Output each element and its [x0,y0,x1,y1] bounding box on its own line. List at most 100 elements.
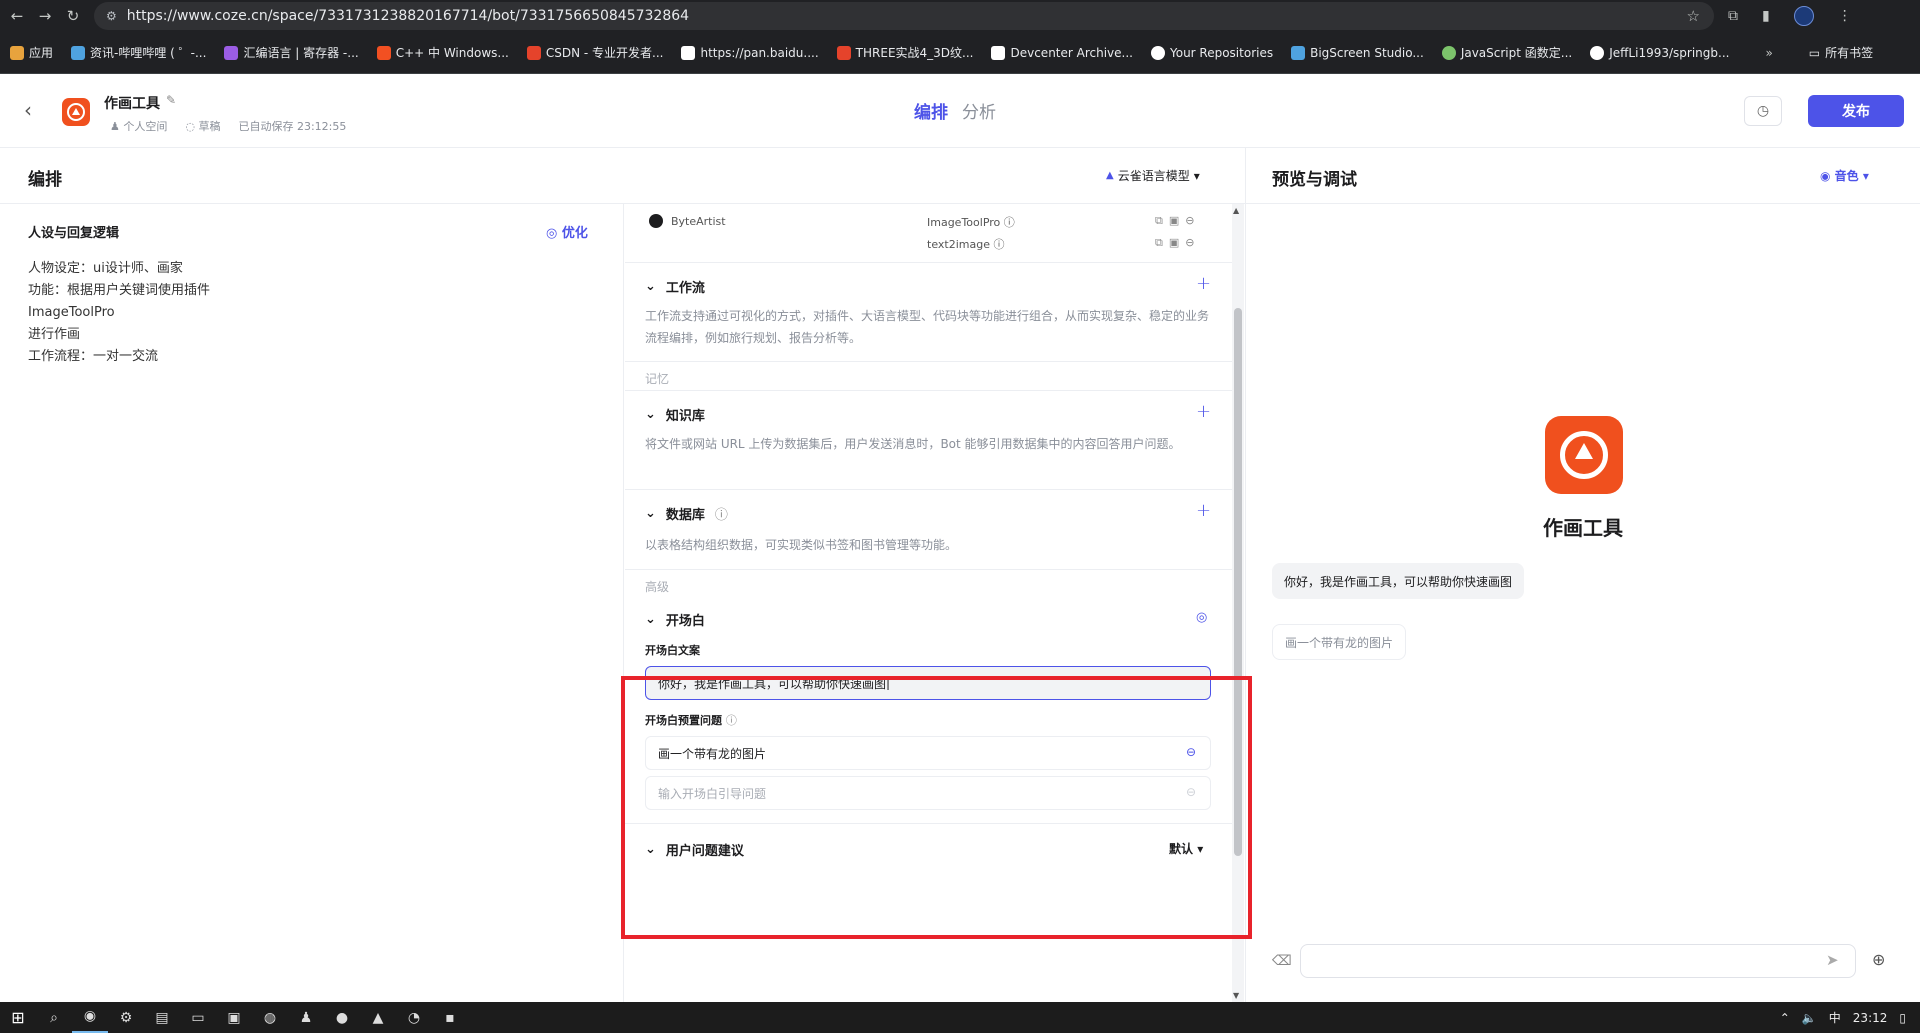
scroll-up-icon[interactable]: ▲ [1233,206,1239,215]
memory-group-label: 记忆 [645,372,670,386]
windows-taskbar: ⊞ ⌕ ◉ ⚙ ▤ ▭ ▣ ◍ ♟ ● ▲ ◔ ▪ ⌃ 🔈 中 23:12 ▯ [0,1002,1920,1033]
copy-icon[interactable]: ⧉ [1155,214,1169,227]
persona-editor[interactable]: 人物设定：ui设计师、画家 功能：根据用户关键词使用插件 ImageToolPr… [28,258,210,368]
opening-text-label: 开场白文案 [645,644,700,657]
reload-icon[interactable]: ↻ [62,7,84,25]
chevron-down-icon: ⌄ [645,407,656,422]
voice-select[interactable]: ◉ 音色 ▾ [1820,167,1869,184]
optimize-button[interactable]: ◎ 优化 [546,222,588,241]
explorer-icon[interactable]: ▭ [180,1010,216,1026]
add-attachment-icon[interactable]: ⊕ [1872,950,1885,969]
workflow-header[interactable]: ⌄ 工作流 [645,277,705,296]
sidepanel-icon[interactable]: ▮ [1762,8,1770,24]
profile-avatar[interactable] [1793,6,1814,26]
tool-actions[interactable]: ⧉▣⊖ [1155,236,1200,250]
info-icon[interactable]: ⓘ [993,238,1004,251]
image-icon[interactable]: ▣ [1169,214,1185,227]
folder-icon: ▭ [1808,45,1821,60]
model-select[interactable]: ▲ 云雀语言模型 ▾ [1106,167,1200,184]
bookmark-item[interactable]: THREE实战4_3D纹... [836,44,973,61]
extensions-icon[interactable]: ⧉ [1728,8,1738,24]
bookmark-item[interactable]: Your Repositories [1150,45,1273,60]
app-icon[interactable]: ● [324,1010,360,1026]
info-icon[interactable]: ⓘ [1004,216,1015,229]
bookmark-item[interactable]: JeffLi1993/springb... [1590,45,1729,60]
bookmark-item[interactable]: CSDN - 专业开发者... [526,44,663,61]
bookmark-item[interactable]: 应用 [10,44,53,61]
windows-start-icon[interactable]: ⊞ [0,1008,36,1027]
bookmarks-bar: 应用 资讯-哔哩哔哩 ( ゜-... 汇编语言 | 寄存器 -... C++ 中… [0,32,1920,74]
database-header[interactable]: ⌄ 数据库 ⓘ [645,504,728,523]
add-database-icon[interactable]: + [1196,500,1211,521]
bookmark-item[interactable]: Devcenter Archive... [991,45,1133,60]
knowledge-section: ⌄ 知识库 + 将文件或网站 URL 上传为数据集后，用户发送消息时，Bot 能够… [625,390,1232,490]
wechat-icon[interactable]: ◔ [396,1010,432,1026]
tab-arrange[interactable]: 编排 [914,98,948,123]
app-icon[interactable]: ▣ [216,1010,252,1026]
notification-icon[interactable]: ▯ [1899,1011,1906,1025]
publish-button[interactable]: 发布 [1808,95,1904,127]
forward-icon[interactable]: → [34,7,56,25]
bookmark-item[interactable]: https://pan.baidu.... [681,45,819,60]
chevron-down-icon: ⌄ [645,506,656,521]
tool-actions[interactable]: ⧉▣⊖ [1155,214,1200,228]
copy-icon[interactable]: ⧉ [1155,236,1169,249]
github-icon [1590,45,1605,60]
bookmark-item[interactable]: 资讯-哔哩哔哩 ( ゜-... [71,44,206,61]
ws-app-icon[interactable]: ▤ [144,1010,180,1026]
volume-icon[interactable]: 🔈 [1802,1011,1817,1025]
tab-analyze[interactable]: 分析 [962,98,996,123]
bookmark-item[interactable]: JavaScript 函数定... [1441,44,1572,61]
image-icon[interactable]: ▣ [1169,236,1185,249]
bookmark-item[interactable]: BigScreen Studio... [1291,45,1424,60]
caret-down-icon: ▾ [1862,169,1869,183]
remove-icon[interactable]: ⊖ [1185,214,1200,227]
clock-icon: ◷ [1756,103,1770,119]
github-icon [1150,45,1165,60]
back-icon[interactable]: ‹ [24,98,32,122]
preview-header: 预览与调试 ◉ 音色 ▾ [1246,148,1920,204]
chrome-icon[interactable]: ◉ [72,1002,108,1033]
preview-title: 预览与调试 [1272,170,1357,190]
ime-indicator[interactable]: 中 [1829,1009,1841,1026]
menu-icon[interactable]: ⋮ [1838,8,1852,24]
clear-history-icon[interactable]: ⌫ [1272,953,1292,969]
scroll-down-icon[interactable]: ▼ [1233,991,1239,1000]
system-tray: ⌃ 🔈 中 23:12 ▯ [1780,1009,1906,1026]
knowledge-header[interactable]: ⌄ 知识库 [645,405,705,424]
more-bookmarks-chevron-icon[interactable]: » [1765,46,1772,60]
bookmark-item[interactable]: 汇编语言 | 寄存器 -... [224,44,359,61]
pycharm-icon[interactable]: ▪ [432,1010,468,1026]
edit-icon[interactable]: ✎ [166,93,176,107]
add-workflow-icon[interactable]: + [1196,273,1211,294]
app-icon[interactable]: ▲ [360,1010,396,1026]
send-icon[interactable]: ➤ [1826,951,1839,969]
tool-name: text2image ⓘ [927,238,1005,251]
back-icon[interactable]: ← [6,7,28,25]
url-text[interactable]: https://www.coze.cn/space/73317312388201… [127,8,1687,24]
info-icon[interactable]: ⓘ [715,504,728,523]
browser-icon[interactable]: ◍ [252,1010,288,1026]
site-info-icon[interactable]: ⚙ [106,9,117,23]
opening-header[interactable]: ⌄ 开场白 [645,610,705,629]
chat-input[interactable] [1300,944,1856,978]
persona-line: 工作流程：一对一交流 [28,349,159,364]
remove-icon[interactable]: ⊖ [1185,236,1200,249]
bookmark-item[interactable]: C++ 中 Windows... [376,44,509,61]
suggested-question[interactable]: 画一个带有龙的图片 [1272,624,1407,660]
browser-toolbar: ← → ↻ ⚙ https://www.coze.cn/space/733173… [0,0,1920,32]
add-knowledge-icon[interactable]: + [1196,401,1211,422]
qq-icon[interactable]: ♟ [288,1010,324,1026]
history-button[interactable]: ◷ [1744,96,1782,126]
opening-ai-icon[interactable]: ◎ [1196,610,1207,625]
tray-expand-icon[interactable]: ⌃ [1780,1011,1790,1025]
settings-icon[interactable]: ⚙ [108,1010,144,1026]
csdn-icon [526,45,541,60]
bot-avatar-large [1545,416,1623,494]
clock[interactable]: 23:12 [1853,1011,1888,1025]
search-icon[interactable]: ⌕ [36,1010,72,1026]
address-bar[interactable]: ⚙ https://www.coze.cn/space/733173123882… [94,2,1714,30]
advanced-group-label: 高级 [645,580,670,594]
bookmark-star-icon[interactable]: ☆ [1687,7,1700,25]
all-bookmarks-folder[interactable]: ▭ 所有书签 [1809,44,1873,61]
